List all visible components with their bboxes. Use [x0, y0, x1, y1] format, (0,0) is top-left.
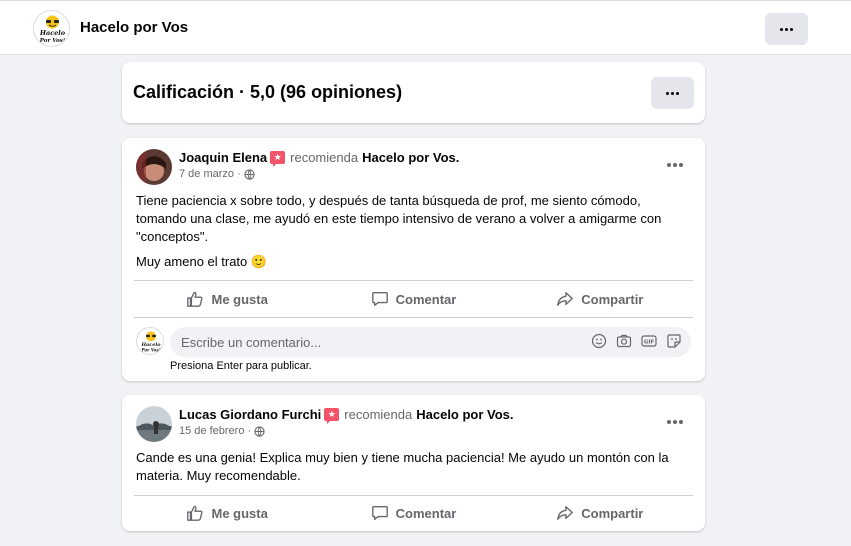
like-button[interactable]: Me gusta: [134, 282, 320, 316]
recommends-text: recomienda: [344, 407, 413, 422]
recommended-page[interactable]: Hacelo por Vos.: [416, 407, 513, 422]
page-header: Hacelo Por Vos! Hacelo por Vos: [0, 0, 851, 55]
globe-icon: [254, 425, 265, 437]
action-bar: Me gusta Comentar Compartir: [134, 282, 693, 316]
page-logo[interactable]: Hacelo Por Vos!: [33, 10, 70, 47]
comment-label: Comentar: [395, 291, 457, 307]
comment-hint: Presiona Enter para publicar.: [170, 360, 312, 372]
emoji-icon[interactable]: [591, 333, 607, 349]
share-label: Compartir: [581, 291, 644, 307]
review-date[interactable]: 15 de febrero ·: [179, 425, 251, 437]
svg-text:Por Vos!: Por Vos!: [140, 347, 160, 352]
comment-tools: GIF: [591, 333, 682, 349]
svg-text:GIF: GIF: [644, 340, 655, 346]
share-button[interactable]: Compartir: [507, 282, 693, 316]
recommend-badge-icon: ★: [270, 151, 286, 167]
share-icon: [557, 292, 574, 306]
review-author[interactable]: Joaquin Elena: [179, 150, 267, 165]
commenter-avatar: Hacelo Por Vos!: [136, 327, 164, 355]
review-meta: 7 de marzo ·: [179, 168, 255, 180]
avatar[interactable]: [136, 149, 172, 185]
share-button[interactable]: Compartir: [507, 496, 693, 530]
review-meta: 15 de febrero ·: [179, 425, 265, 437]
review-more-button[interactable]: [660, 411, 690, 433]
divider: [134, 280, 693, 281]
review-card: Lucas Giordano Furchi ★ recomienda Hacel…: [122, 395, 705, 531]
review-text: Tiene paciencia x sobre todo, y después …: [136, 193, 662, 244]
review-text: Cande es una genia! Explica muy bien y t…: [136, 450, 669, 483]
recommended-page[interactable]: Hacelo por Vos.: [362, 150, 459, 165]
review-header: Joaquin Elena ★ recomienda Hacelo por Vo…: [179, 150, 459, 167]
review-more-button[interactable]: [660, 154, 690, 176]
rating-summary: Calificación · 5,0 (96 opiniones): [133, 82, 403, 102]
logo-image: Hacelo Por Vos!: [39, 15, 66, 44]
logo-text-1: Hacelo: [39, 29, 66, 37]
comment-icon: [371, 292, 388, 306]
like-button[interactable]: Me gusta: [134, 496, 320, 530]
page-name[interactable]: Hacelo por Vos: [80, 19, 188, 36]
camera-icon[interactable]: [616, 333, 632, 349]
review-card: Joaquin Elena ★ recomienda Hacelo por Vo…: [122, 138, 705, 381]
like-icon: [187, 291, 203, 307]
rating-card: Calificación · 5,0 (96 opiniones): [122, 62, 705, 123]
more-icon: [780, 27, 793, 31]
divider: [134, 317, 693, 318]
review-author[interactable]: Lucas Giordano Furchi: [179, 407, 321, 422]
more-icon: [667, 163, 683, 167]
like-label: Me gusta: [211, 291, 268, 307]
recommends-text: recomienda: [290, 150, 359, 165]
rating-more-button[interactable]: [651, 77, 694, 109]
like-icon: [187, 505, 203, 521]
share-label: Compartir: [581, 505, 644, 521]
comment-label: Comentar: [395, 505, 457, 521]
avatar[interactable]: [136, 406, 172, 442]
review-header: Lucas Giordano Furchi ★ recomienda Hacel…: [179, 407, 514, 424]
more-icon: [667, 420, 683, 424]
logo-text-2: Por Vos!: [39, 38, 66, 44]
recommend-badge-icon: ★: [324, 408, 340, 424]
review-date[interactable]: 7 de marzo ·: [179, 168, 241, 180]
sticker-icon[interactable]: [666, 333, 682, 349]
action-bar: Me gusta Comentar Compartir: [134, 496, 693, 530]
share-icon: [557, 506, 574, 520]
comment-icon: [371, 506, 388, 520]
page-more-button[interactable]: [765, 13, 808, 45]
more-icon: [666, 91, 679, 95]
review-text: Muy ameno el trato 🙂: [136, 254, 268, 269]
gif-icon[interactable]: GIF: [641, 333, 657, 349]
globe-icon: [244, 168, 255, 180]
comment-button[interactable]: Comentar: [320, 496, 506, 530]
comment-button[interactable]: Comentar: [320, 282, 506, 316]
like-label: Me gusta: [211, 505, 268, 521]
